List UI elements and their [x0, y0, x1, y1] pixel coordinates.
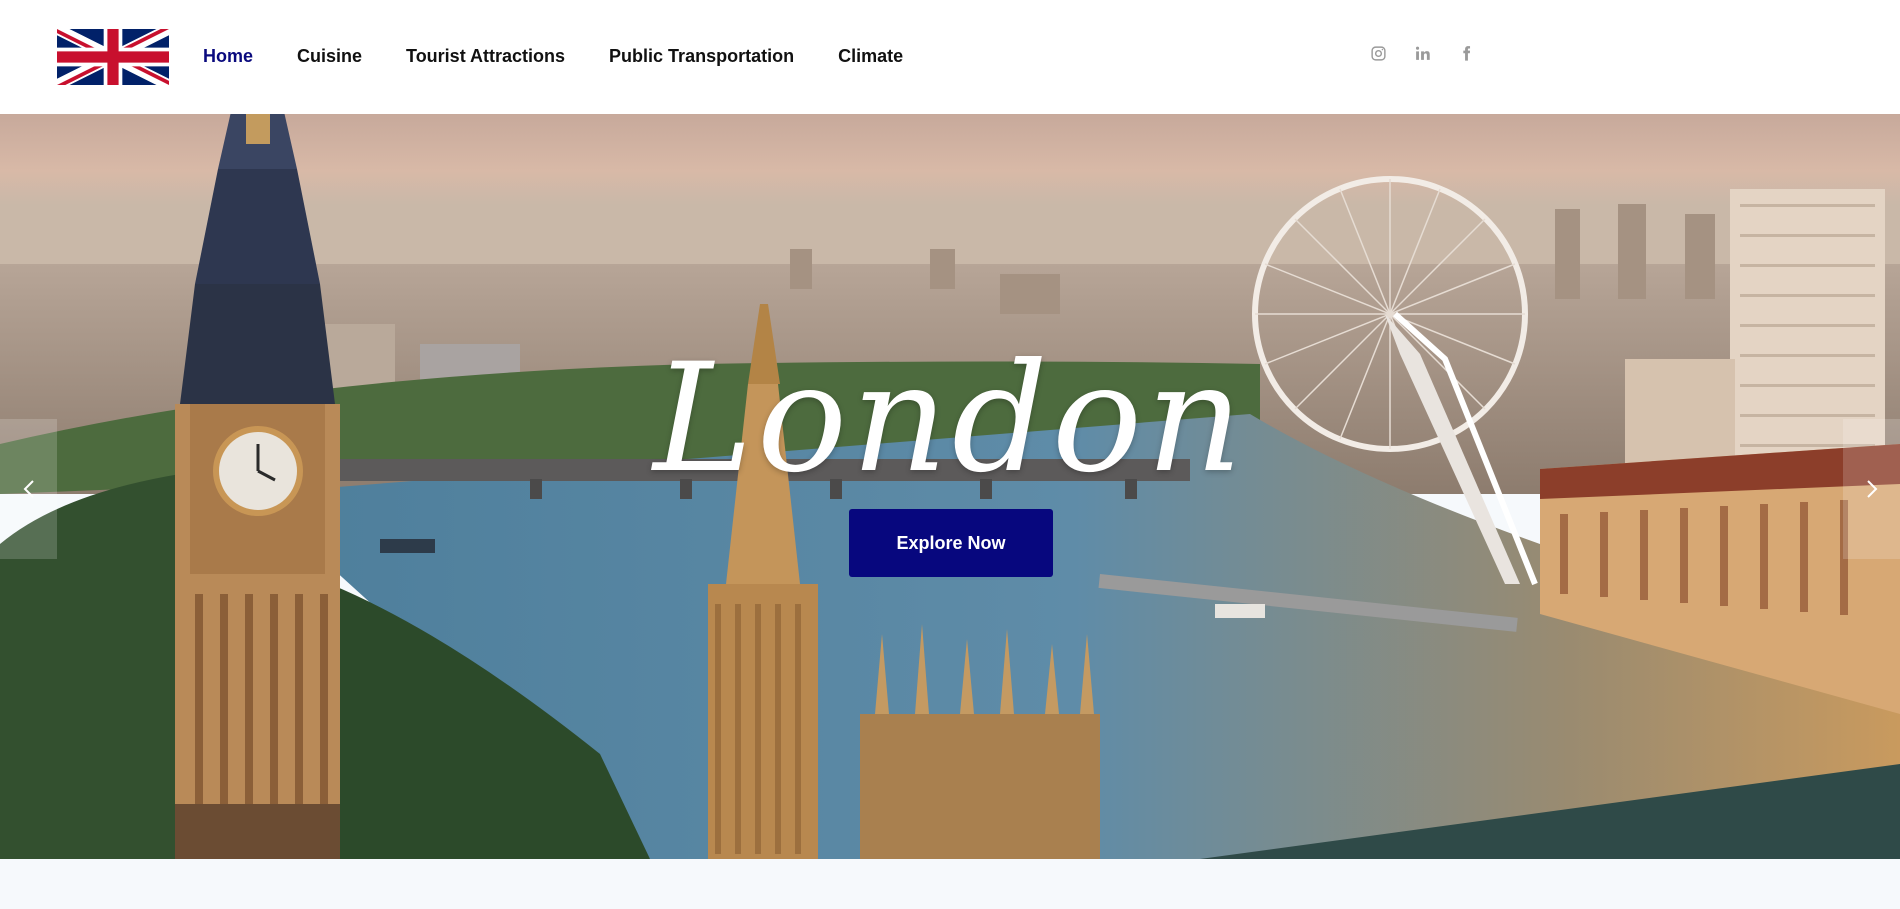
union-jack-flag-logo[interactable]: [57, 29, 169, 85]
carousel-prev-button[interactable]: [0, 419, 57, 559]
chevron-left-icon: [23, 480, 34, 498]
nav-home[interactable]: Home: [203, 46, 253, 67]
content-section-top: [0, 859, 1900, 909]
site-header: Home Cuisine Tourist Attractions Public …: [0, 0, 1900, 114]
chevron-right-icon: [1866, 480, 1877, 498]
nav-public-transportation[interactable]: Public Transportation: [609, 46, 794, 67]
instagram-icon[interactable]: [1369, 44, 1387, 62]
main-nav: Home Cuisine Tourist Attractions Public …: [203, 44, 947, 68]
linkedin-icon[interactable]: [1413, 44, 1431, 62]
carousel-next-button[interactable]: [1843, 419, 1900, 559]
hero-banner: London Explore Now: [0, 114, 1900, 859]
social-links: [1369, 44, 1475, 62]
explore-now-button[interactable]: Explore Now: [849, 509, 1053, 577]
nav-tourist-attractions[interactable]: Tourist Attractions: [406, 46, 565, 67]
hero-title: London: [653, 332, 1247, 506]
nav-cuisine[interactable]: Cuisine: [297, 46, 362, 67]
facebook-icon[interactable]: [1457, 44, 1475, 62]
nav-climate[interactable]: Climate: [838, 46, 903, 67]
